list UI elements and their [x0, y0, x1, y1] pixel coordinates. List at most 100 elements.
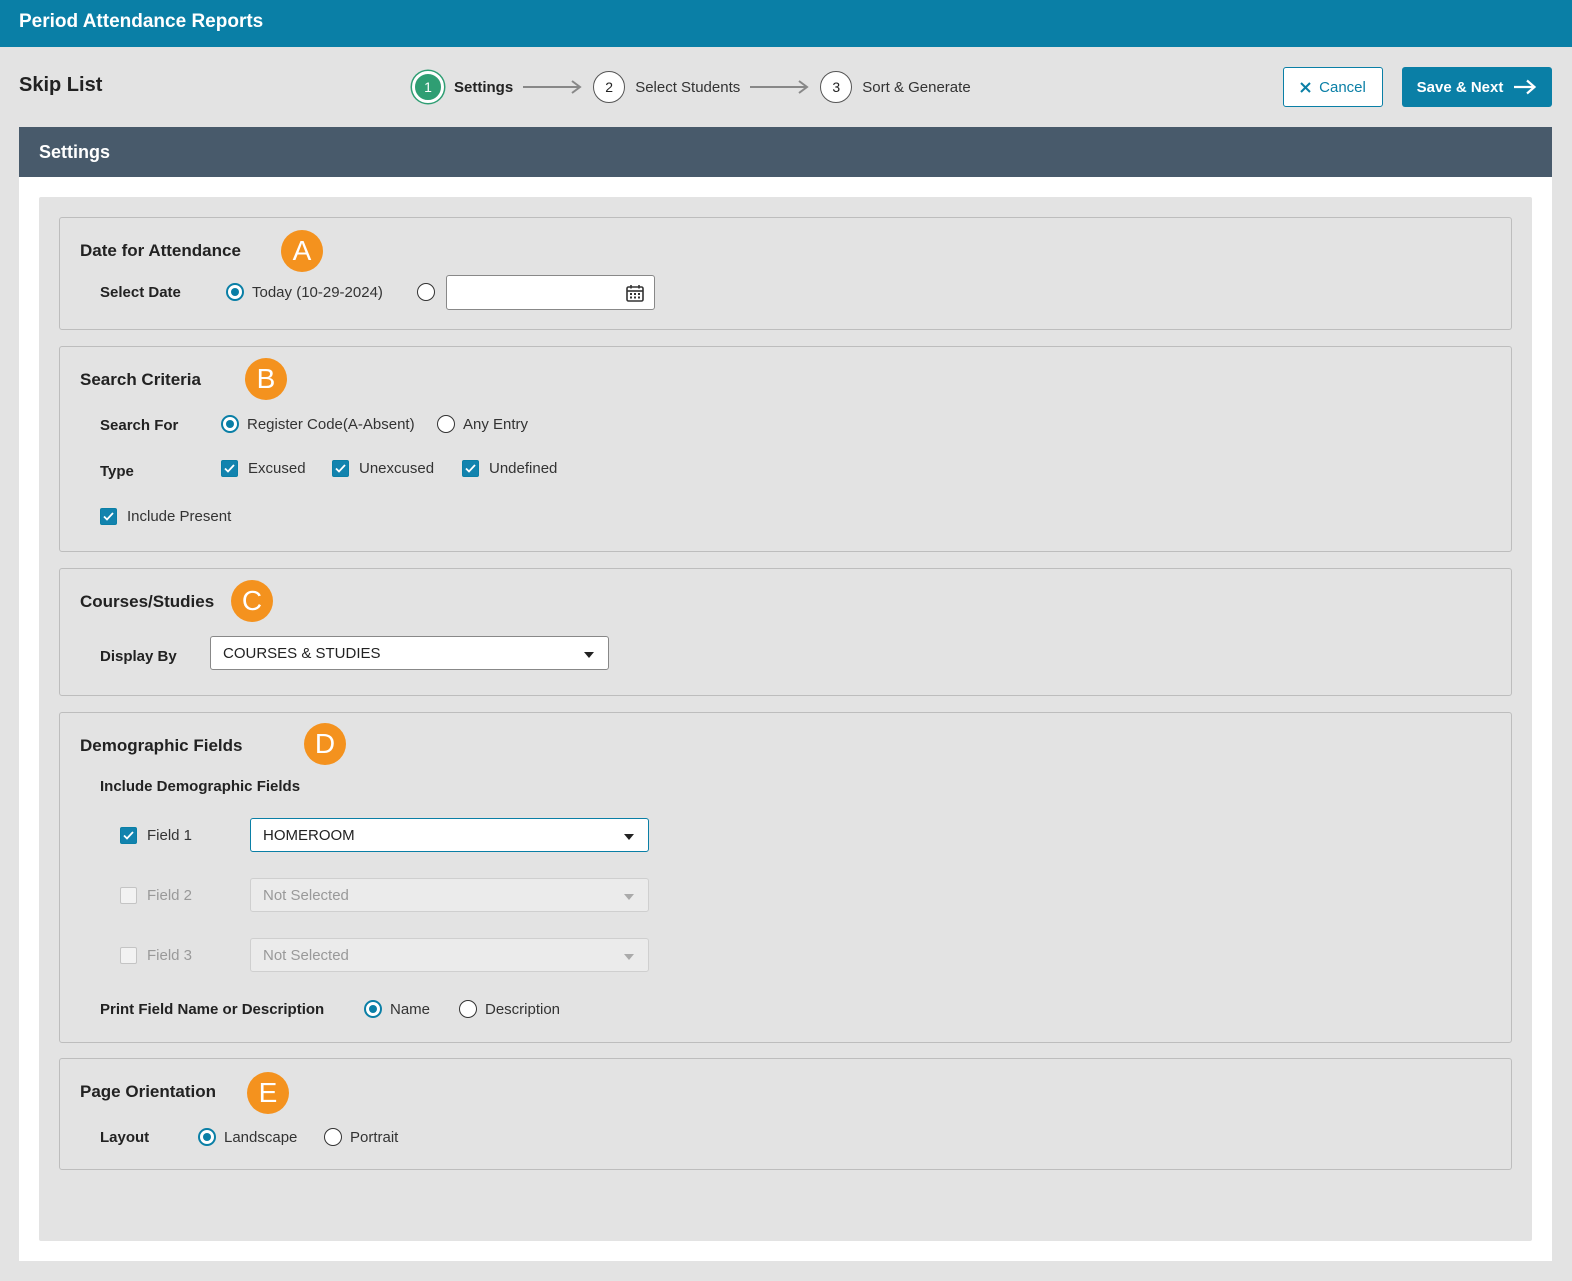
demographic-fields-section: Demographic Fields D Include Demographic… — [59, 712, 1512, 1043]
check-icon — [103, 512, 114, 521]
settings-header: Settings — [19, 127, 1552, 177]
search-any-entry-radio[interactable]: Any Entry — [437, 415, 528, 433]
settings-panel: Date for Attendance A Select Date Today … — [19, 177, 1552, 1261]
chevron-down-icon — [624, 954, 634, 960]
step-label: Sort & Generate — [862, 78, 971, 96]
radio-indicator — [437, 415, 455, 433]
section-title: Demographic Fields — [80, 736, 243, 755]
arrow-right-icon — [523, 80, 582, 94]
check-icon — [123, 831, 134, 840]
field-1-select[interactable]: HOMEROOM — [250, 818, 649, 852]
include-present-checkbox[interactable]: Include Present — [100, 508, 231, 525]
layout-landscape-radio[interactable]: Landscape — [198, 1128, 297, 1146]
date-field[interactable] — [446, 275, 655, 310]
checkbox-indicator — [120, 827, 137, 844]
checkbox-label: Undefined — [489, 460, 558, 477]
type-unexcused-checkbox[interactable]: Unexcused — [332, 460, 434, 477]
section-title: Date for Attendance — [80, 241, 241, 260]
type-excused-checkbox[interactable]: Excused — [221, 460, 306, 477]
display-by-select[interactable]: COURSES & STUDIES — [210, 636, 609, 670]
search-for-label: Search For — [100, 417, 179, 434]
field-2-select[interactable]: Not Selected — [250, 878, 649, 912]
checkbox-indicator — [120, 947, 137, 964]
radio-indicator — [226, 283, 244, 301]
select-date-label: Select Date — [100, 284, 181, 301]
type-undefined-checkbox[interactable]: Undefined — [462, 460, 557, 477]
step-number: 1 — [412, 71, 444, 103]
section-badge: B — [245, 358, 287, 400]
section-badge: A — [281, 230, 323, 272]
radio-indicator — [459, 1000, 477, 1018]
print-description-radio[interactable]: Description — [459, 1000, 560, 1018]
section-title: Page Orientation — [80, 1082, 217, 1101]
radio-label: Description — [485, 1000, 561, 1018]
type-label: Type — [100, 463, 134, 480]
select-value: Not Selected — [263, 887, 349, 904]
field-1-checkbox[interactable]: Field 1 — [120, 827, 192, 844]
courses-studies-section: Courses/Studies C Display By COURSES & S… — [59, 568, 1512, 696]
select-value: HOMEROOM — [263, 827, 355, 844]
checkbox-indicator — [462, 460, 479, 477]
radio-label: Any Entry — [463, 415, 529, 433]
calendar-icon[interactable] — [626, 285, 644, 302]
custom-date-radio[interactable] — [417, 283, 443, 301]
page-orientation-section: Page Orientation E Layout Landscape Port… — [59, 1058, 1512, 1170]
layout-label: Layout — [100, 1129, 150, 1146]
field-3-select[interactable]: Not Selected — [250, 938, 649, 972]
chevron-down-icon — [624, 834, 634, 840]
checkbox-label: Excused — [248, 460, 306, 477]
arrow-right-icon — [1514, 79, 1537, 95]
radio-indicator — [417, 283, 435, 301]
checkbox-indicator — [332, 460, 349, 477]
search-criteria-section: Search Criteria B Search For Register Co… — [59, 346, 1512, 552]
checkbox-label: Unexcused — [359, 460, 435, 477]
radio-indicator — [221, 415, 239, 433]
radio-indicator — [364, 1000, 382, 1018]
section-badge: D — [304, 723, 346, 765]
today-radio[interactable]: Today (10-29-2024) — [226, 283, 383, 301]
field-3-checkbox[interactable]: Field 3 — [120, 947, 192, 964]
radio-label: Register Code(A-Absent) — [247, 415, 415, 433]
radio-label: Portrait — [350, 1128, 399, 1146]
step-label: Select Students — [635, 78, 741, 96]
radio-label: Name — [390, 1000, 431, 1018]
save-label: Save & Next — [1416, 78, 1504, 96]
checkbox-label: Field 2 — [147, 887, 193, 904]
print-field-label: Print Field Name or Description — [100, 1001, 325, 1018]
print-name-radio[interactable]: Name — [364, 1000, 430, 1018]
cancel-button[interactable]: Cancel — [1283, 67, 1383, 107]
checkbox-indicator — [100, 508, 117, 525]
section-badge: E — [247, 1072, 289, 1114]
checkbox-label: Field 1 — [147, 827, 193, 844]
wizard-stepper: 1 Settings 2 Select Students 3 Sort & Ge… — [412, 70, 971, 104]
close-icon — [1300, 81, 1311, 93]
include-demographic-label: Include Demographic Fields — [100, 778, 301, 795]
arrow-right-icon — [750, 80, 809, 94]
step-settings[interactable]: 1 Settings — [412, 71, 513, 103]
radio-indicator — [198, 1128, 216, 1146]
field-2-checkbox[interactable]: Field 2 — [120, 887, 192, 904]
app-title: Period Attendance Reports — [19, 11, 264, 32]
step-select-students[interactable]: 2 Select Students — [593, 71, 740, 103]
radio-label: Landscape — [224, 1128, 298, 1146]
save-next-button[interactable]: Save & Next — [1402, 67, 1552, 107]
cancel-label: Cancel — [1319, 78, 1366, 96]
step-sort-generate[interactable]: 3 Sort & Generate — [820, 71, 971, 103]
check-icon — [465, 464, 476, 473]
settings-content: Date for Attendance A Select Date Today … — [39, 197, 1532, 1241]
select-value: Not Selected — [263, 947, 349, 964]
app-header-bar: Period Attendance Reports — [0, 0, 1572, 47]
section-title: Search Criteria — [80, 370, 201, 389]
date-section: Date for Attendance A Select Date Today … — [59, 217, 1512, 330]
today-radio-label: Today (10-29-2024) — [252, 283, 383, 301]
section-title: Courses/Studies — [80, 592, 215, 611]
chevron-down-icon — [584, 652, 594, 658]
step-number: 2 — [593, 71, 626, 103]
checkbox-label: Field 3 — [147, 947, 193, 964]
layout-portrait-radio[interactable]: Portrait — [324, 1128, 398, 1146]
search-register-code-radio[interactable]: Register Code(A-Absent) — [221, 415, 415, 433]
check-icon — [335, 464, 346, 473]
page-title: Skip List — [19, 74, 103, 96]
section-badge: C — [231, 580, 273, 622]
checkbox-label: Include Present — [127, 508, 232, 525]
